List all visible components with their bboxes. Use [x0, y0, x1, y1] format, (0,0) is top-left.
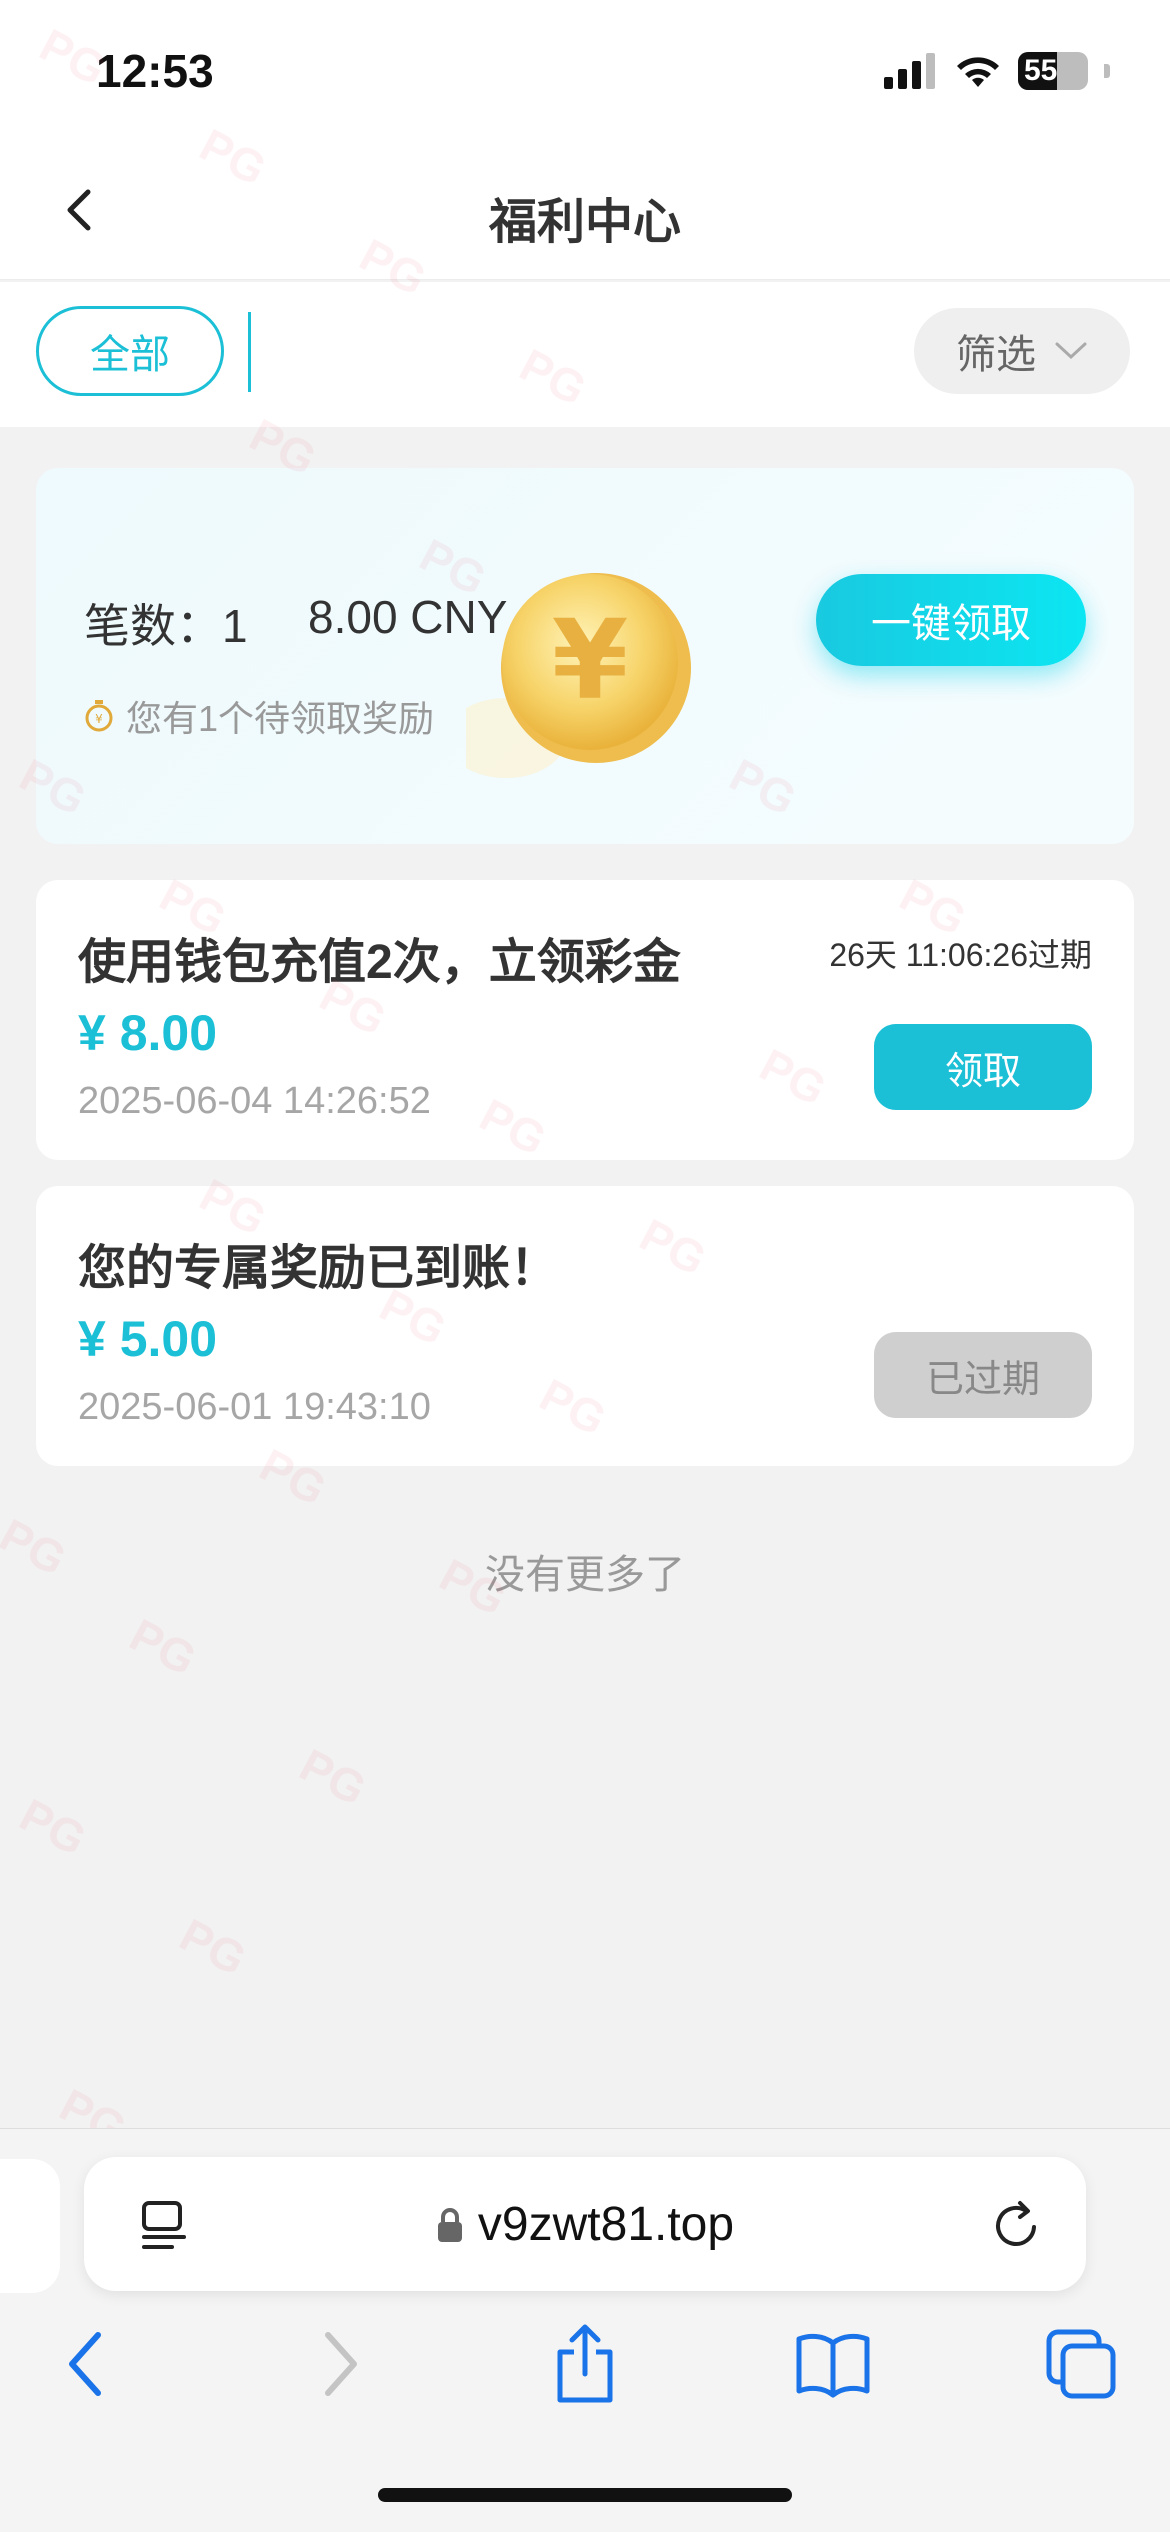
url-display: v9zwt81.top	[84, 2197, 1086, 2252]
battery-indicator: 55	[1018, 52, 1088, 90]
reload-icon[interactable]	[986, 2195, 1046, 2255]
tab-divider	[248, 312, 251, 392]
svg-text:¥: ¥	[95, 712, 103, 726]
watermark: PG	[121, 1608, 205, 1686]
browser-chrome: v9zwt81.top	[0, 2128, 1170, 2532]
reward-date: 2025-06-01 19:43:10	[78, 1386, 431, 1428]
svg-text:¥: ¥	[552, 596, 629, 724]
home-indicator	[378, 2488, 792, 2502]
claim-all-button[interactable]: 一键领取	[816, 574, 1086, 666]
bookmarks-button[interactable]	[788, 2319, 878, 2409]
watermark: PG	[291, 1738, 375, 1816]
address-bar[interactable]: v9zwt81.top	[84, 2157, 1086, 2291]
status-time: 12:53	[96, 45, 214, 97]
reward-amount: ¥ 8.00	[78, 1005, 218, 1061]
chevron-down-icon	[1055, 342, 1087, 360]
signal-icon	[884, 53, 935, 89]
browser-back-button[interactable]	[42, 2319, 132, 2409]
no-more-text: 没有更多了	[485, 1553, 685, 1597]
summary-card: ¥ 笔数：1 8.00 CNY ¥ 您有1个待领取奖励 一键领取	[36, 468, 1134, 844]
page-title: 福利中心	[488, 196, 681, 249]
summary-count: 笔数：1	[84, 600, 248, 652]
watermark: PG	[11, 1788, 95, 1866]
filter-bar: 全部 筛选	[0, 282, 1170, 427]
stopwatch-icon: ¥	[85, 700, 113, 732]
browser-toolbar	[0, 2319, 1170, 2439]
reward-card: 使用钱包充值2次，立领彩金 26天 11:06:26过期 ¥ 8.00 2025…	[36, 880, 1134, 1160]
pending-note: ¥ 您有1个待领取奖励	[84, 690, 434, 742]
lock-icon	[437, 2207, 462, 2242]
tab-all[interactable]: 全部	[36, 306, 224, 396]
pending-text: 您有1个待领取奖励	[126, 698, 435, 739]
reward-title: 您的专属奖励已到账！	[78, 1242, 559, 1295]
claim-button[interactable]: 领取	[874, 1024, 1092, 1110]
reward-card: 您的专属奖励已到账！ ¥ 5.00 2025-06-01 19:43:10 已过…	[36, 1186, 1134, 1466]
watermark: PG	[171, 1908, 255, 1986]
status-bar: 12:53 55	[0, 0, 1170, 140]
filter-label: 筛选	[956, 333, 1036, 377]
nav-bar: 福利中心	[0, 140, 1170, 280]
url-text: v9zwt81.top	[477, 2198, 735, 2251]
status-icons: 55	[884, 52, 1110, 90]
summary-amount: 8.00 CNY	[308, 591, 508, 643]
expired-button: 已过期	[874, 1332, 1092, 1418]
share-button[interactable]	[540, 2319, 630, 2409]
reward-title: 使用钱包充值2次，立领彩金	[78, 936, 681, 989]
browser-forward-button[interactable]	[294, 2319, 384, 2409]
reward-date: 2025-06-04 14:26:52	[78, 1080, 431, 1122]
tabs-icon	[1046, 2329, 1116, 2399]
book-icon	[796, 2333, 870, 2398]
share-icon	[557, 2324, 613, 2403]
wifi-icon	[957, 57, 999, 87]
filter-button[interactable]: 筛选	[914, 308, 1130, 394]
reward-expire: 26天 11:06:26过期	[829, 937, 1092, 973]
reward-amount: ¥ 5.00	[78, 1311, 218, 1367]
chevron-left-icon	[69, 2332, 101, 2396]
previous-tab-preview[interactable]	[0, 2159, 60, 2293]
tabs-button[interactable]	[1036, 2319, 1126, 2409]
chevron-right-icon	[325, 2332, 357, 2396]
